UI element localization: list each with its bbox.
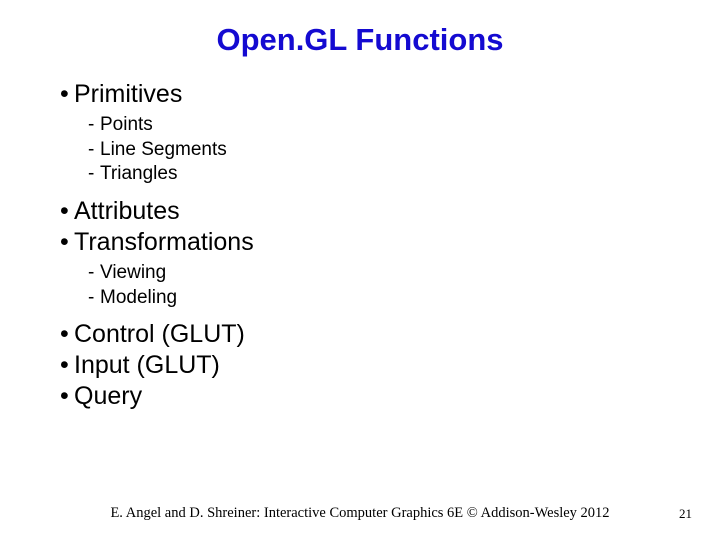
sublist-transformations: -Viewing -Modeling bbox=[88, 261, 660, 310]
dash-icon: - bbox=[88, 261, 100, 286]
bullet-icon: • bbox=[60, 197, 74, 226]
bullet-label: Attributes bbox=[74, 197, 180, 225]
sub-points: -Points bbox=[88, 113, 660, 138]
bullet-icon: • bbox=[60, 382, 74, 411]
bullet-control-glut: •Control (GLUT) bbox=[60, 320, 660, 349]
page-number: 21 bbox=[679, 506, 692, 522]
bullet-transformations: •Transformations bbox=[60, 228, 660, 257]
bullet-icon: • bbox=[60, 80, 74, 109]
footer: E. Angel and D. Shreiner: Interactive Co… bbox=[0, 505, 720, 522]
slide: Open.GL Functions •Primitives -Points -L… bbox=[0, 0, 720, 540]
dash-icon: - bbox=[88, 286, 100, 311]
bullet-label: Transformations bbox=[74, 228, 254, 256]
sublist-primitives: -Points -Line Segments -Triangles bbox=[88, 113, 660, 187]
bullet-attributes: •Attributes bbox=[60, 197, 660, 226]
bullet-query: •Query bbox=[60, 382, 660, 411]
bullet-icon: • bbox=[60, 351, 74, 380]
slide-content: •Primitives -Points -Line Segments -Tria… bbox=[60, 80, 660, 411]
sub-line-segments: -Line Segments bbox=[88, 138, 660, 163]
bullet-primitives: •Primitives bbox=[60, 80, 660, 109]
dash-icon: - bbox=[88, 113, 100, 138]
sub-label: Viewing bbox=[100, 262, 166, 283]
sub-label: Line Segments bbox=[100, 139, 227, 160]
bullet-label: Control (GLUT) bbox=[74, 320, 245, 348]
bullet-icon: • bbox=[60, 228, 74, 257]
bullet-icon: • bbox=[60, 320, 74, 349]
sub-label: Modeling bbox=[100, 287, 177, 308]
bullet-label: Query bbox=[74, 382, 142, 410]
bullet-label: Input (GLUT) bbox=[74, 351, 220, 379]
sub-triangles: -Triangles bbox=[88, 162, 660, 187]
sub-label: Triangles bbox=[100, 163, 177, 184]
footer-credit: E. Angel and D. Shreiner: Interactive Co… bbox=[0, 505, 720, 522]
bullet-label: Primitives bbox=[74, 80, 182, 108]
dash-icon: - bbox=[88, 138, 100, 163]
dash-icon: - bbox=[88, 162, 100, 187]
bullet-input-glut: •Input (GLUT) bbox=[60, 351, 660, 380]
sub-label: Points bbox=[100, 114, 153, 135]
sub-viewing: -Viewing bbox=[88, 261, 660, 286]
slide-title: Open.GL Functions bbox=[60, 22, 660, 58]
sub-modeling: -Modeling bbox=[88, 286, 660, 311]
